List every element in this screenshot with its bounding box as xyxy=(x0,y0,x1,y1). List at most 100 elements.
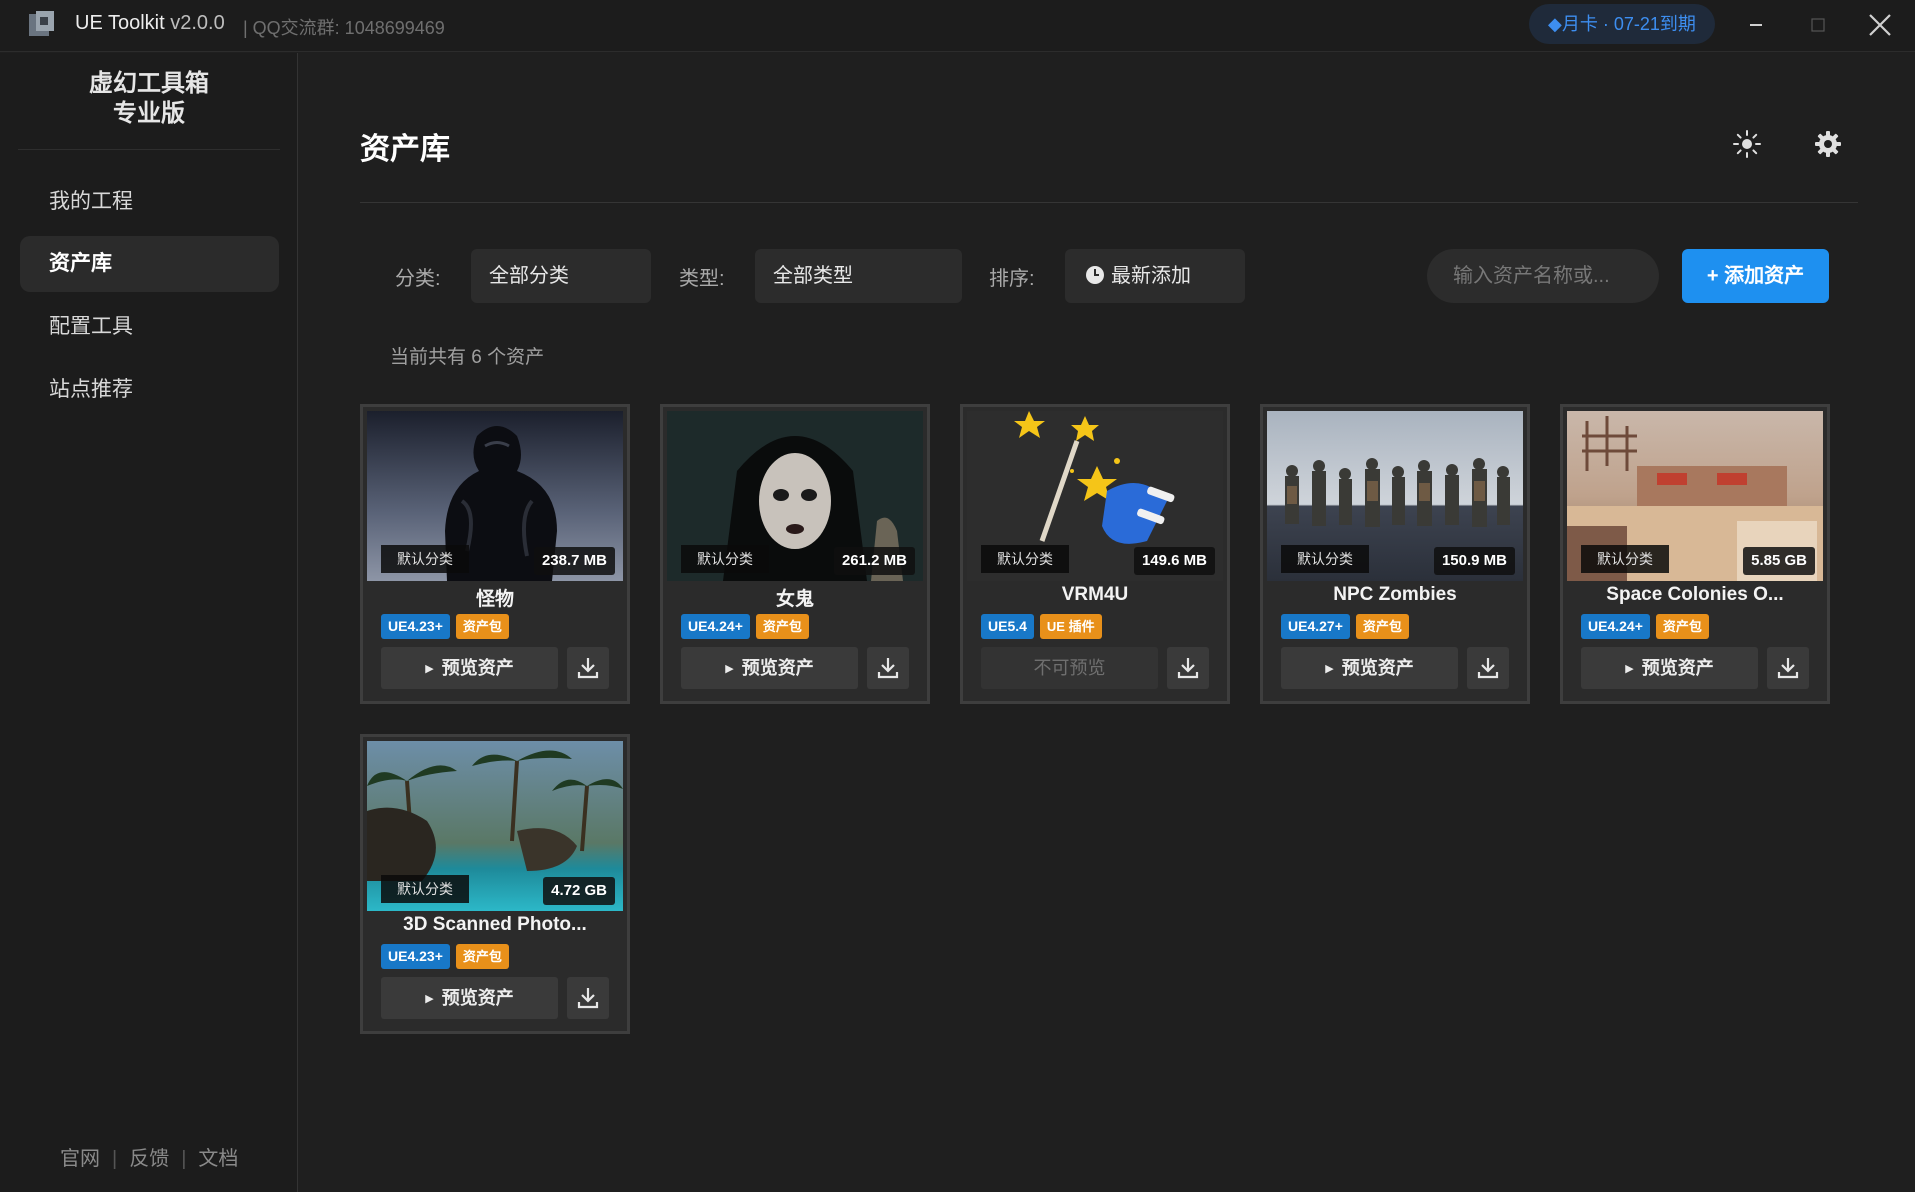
type-badge: 资产包 xyxy=(455,944,509,969)
add-asset-button[interactable]: + 添加资产 xyxy=(1682,249,1829,303)
asset-thumbnail[interactable]: 默认分类 4.72 GB xyxy=(367,741,623,911)
footer-links: 官网 | 反馈 | 文档 xyxy=(60,1148,239,1170)
download-icon xyxy=(1177,658,1199,679)
play-icon: ▶ xyxy=(425,663,434,676)
asset-name: 女鬼 xyxy=(775,589,814,610)
download-button[interactable] xyxy=(567,977,609,1019)
size-tag: 149.6 MB xyxy=(1133,547,1215,575)
category-tag: 默认分类 xyxy=(381,545,469,573)
sort-select[interactable]: 最新添加 xyxy=(1065,249,1245,303)
category-tag: 默认分类 xyxy=(981,545,1069,573)
asset-name: Space Colonies O... xyxy=(1606,584,1784,605)
asset-count-text: 当前共有 6 个资产 xyxy=(390,347,545,368)
minimize-button[interactable] xyxy=(1725,0,1787,50)
version-badge: UE5.4 xyxy=(981,614,1034,639)
download-icon xyxy=(577,658,599,679)
title-bar: UE Toolkit v2.0.0 | QQ交流群: 1048699469 ◆月… xyxy=(0,0,1915,52)
asset-card[interactable]: 默认分类 261.2 MB 女鬼 UE4.24+ 资产包 ▶ 预览资产 xyxy=(660,404,930,704)
vip-badge[interactable]: ◆月卡 · 07-21到期 xyxy=(1529,4,1715,44)
clock-icon xyxy=(1086,266,1104,284)
asset-name: 怪物 xyxy=(475,589,514,610)
sidebar-item-my-projects[interactable]: 我的工程 xyxy=(20,174,279,230)
sun-icon[interactable] xyxy=(1732,129,1762,159)
type-badge: UE 插件 xyxy=(1039,614,1102,639)
size-tag: 261.2 MB xyxy=(833,547,915,575)
version-badge: UE4.23+ xyxy=(381,614,450,639)
page-title: 资产库 xyxy=(360,133,450,166)
app-logo-icon xyxy=(29,11,54,36)
category-label: 分类: xyxy=(395,268,441,290)
brand-divider xyxy=(18,149,280,150)
preview-asset-button[interactable]: ▶ 预览资产 xyxy=(1581,647,1758,689)
asset-thumbnail[interactable]: 默认分类 238.7 MB xyxy=(367,411,623,581)
size-tag: 150.9 MB xyxy=(1433,547,1515,575)
download-icon xyxy=(577,988,599,1009)
asset-thumbnail[interactable]: 默认分类 150.9 MB xyxy=(1267,411,1523,581)
preview-asset-button[interactable]: ▶ 预览资产 xyxy=(1281,647,1458,689)
sidebar-item-config-tools[interactable]: 配置工具 xyxy=(20,299,279,355)
qq-group-text: | QQ交流群: 1048699469 xyxy=(243,18,445,38)
sort-value: 最新添加 xyxy=(1111,265,1191,287)
brand-title: 虚幻工具箱 专业版 xyxy=(89,70,209,127)
size-tag: 4.72 GB xyxy=(543,877,615,905)
maximize-button[interactable] xyxy=(1787,0,1849,50)
header-divider xyxy=(360,202,1858,203)
category-tag: 默认分类 xyxy=(381,875,469,903)
preview-asset-button[interactable]: ▶ 预览资产 xyxy=(381,977,558,1019)
official-site-link[interactable]: 官网 xyxy=(60,1148,100,1170)
download-button[interactable] xyxy=(1767,647,1809,689)
category-select[interactable]: 全部分类 xyxy=(471,249,651,303)
preview-asset-button[interactable]: ▶ 预览资产 xyxy=(381,647,558,689)
gear-icon[interactable] xyxy=(1813,129,1843,159)
download-icon xyxy=(877,658,899,679)
type-badge: 资产包 xyxy=(455,614,509,639)
preview-unavailable-button: 不可预览 xyxy=(981,647,1158,689)
version-badge: UE4.24+ xyxy=(1581,614,1650,639)
download-button[interactable] xyxy=(1467,647,1509,689)
play-icon: ▶ xyxy=(1625,663,1634,676)
type-badge: 资产包 xyxy=(755,614,809,639)
close-button[interactable] xyxy=(1849,0,1911,50)
type-badge: 资产包 xyxy=(1655,614,1709,639)
asset-thumbnail[interactable]: 默认分类 261.2 MB xyxy=(667,411,923,581)
download-button[interactable] xyxy=(1167,647,1209,689)
type-select[interactable]: 全部类型 xyxy=(755,249,962,303)
sort-label: 排序: xyxy=(989,268,1035,290)
asset-card[interactable]: 默认分类 150.9 MB NPC Zombies UE4.27+ 资产包 ▶ 预… xyxy=(1260,404,1530,704)
asset-thumbnail[interactable]: 默认分类 149.6 MB xyxy=(967,411,1223,581)
type-badge: 资产包 xyxy=(1355,614,1409,639)
asset-name: 3D Scanned Photo... xyxy=(403,914,587,935)
minimize-icon xyxy=(1750,24,1762,26)
preview-asset-button[interactable]: ▶ 预览资产 xyxy=(681,647,858,689)
asset-name: NPC Zombies xyxy=(1333,584,1457,605)
download-button[interactable] xyxy=(867,647,909,689)
asset-card[interactable]: 默认分类 5.85 GB Space Colonies O... UE4.24+… xyxy=(1560,404,1830,704)
download-icon xyxy=(1777,658,1799,679)
category-tag: 默认分类 xyxy=(681,545,769,573)
play-icon: ▶ xyxy=(725,663,734,676)
close-icon xyxy=(1869,14,1891,36)
sidebar: 虚幻工具箱 专业版 我的工程 资产库 配置工具 站点推荐 官网 | 反馈 | 文档 xyxy=(0,53,298,1192)
download-icon xyxy=(1477,658,1499,679)
version-badge: UE4.27+ xyxy=(1281,614,1350,639)
asset-card[interactable]: 默认分类 149.6 MB VRM4U UE5.4 UE 插件 不可预览 xyxy=(960,404,1230,704)
asset-card[interactable]: 默认分类 4.72 GB 3D Scanned Photo... UE4.23+… xyxy=(360,734,630,1034)
sidebar-item-asset-library[interactable]: 资产库 xyxy=(20,236,279,292)
type-label: 类型: xyxy=(679,268,725,290)
version-badge: UE4.23+ xyxy=(381,944,450,969)
play-icon: ▶ xyxy=(1325,663,1334,676)
category-tag: 默认分类 xyxy=(1581,545,1669,573)
play-icon: ▶ xyxy=(425,993,434,1006)
size-tag: 5.85 GB xyxy=(1743,547,1815,575)
sidebar-item-site-recommend[interactable]: 站点推荐 xyxy=(20,362,279,418)
size-tag: 238.7 MB xyxy=(533,547,615,575)
asset-card[interactable]: 默认分类 238.7 MB 怪物 UE4.23+ 资产包 ▶ 预览资产 xyxy=(360,404,630,704)
download-button[interactable] xyxy=(567,647,609,689)
app-title: UE Toolkit v2.0.0 xyxy=(75,12,225,34)
asset-name: VRM4U xyxy=(1061,584,1129,605)
search-input[interactable] xyxy=(1427,249,1659,303)
docs-link[interactable]: 文档 xyxy=(198,1148,238,1170)
asset-thumbnail[interactable]: 默认分类 5.85 GB xyxy=(1567,411,1823,581)
feedback-link[interactable]: 反馈 xyxy=(129,1148,169,1170)
version-badge: UE4.24+ xyxy=(681,614,750,639)
